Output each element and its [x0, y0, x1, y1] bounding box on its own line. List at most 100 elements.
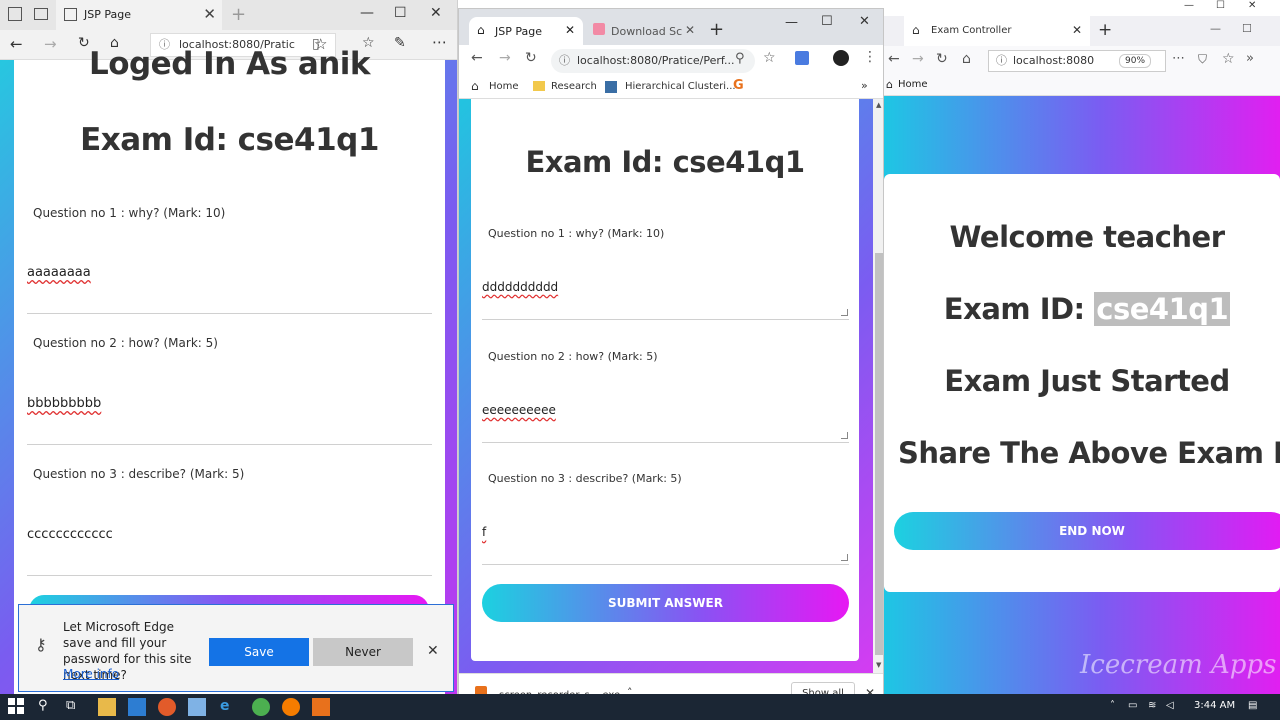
bookmark-hierarchical[interactable]: Hierarchical Clusteri...	[625, 81, 736, 92]
close-tab-icon[interactable]: ✕	[685, 23, 695, 37]
refresh-icon[interactable]: ↻	[525, 50, 537, 66]
share-heading: Share The Above Exam Id	[898, 436, 1280, 470]
file-explorer-icon[interactable]	[98, 698, 116, 716]
forward-icon[interactable]: →	[912, 51, 924, 67]
search-icon[interactable]: ⚲	[735, 51, 745, 66]
home-icon[interactable]: ⌂	[962, 51, 971, 67]
new-tab-icon[interactable]: +	[1098, 20, 1112, 40]
translate-icon[interactable]	[795, 51, 809, 65]
resize-grip-icon[interactable]	[841, 432, 848, 439]
close-prompt-icon[interactable]: ✕	[427, 643, 439, 659]
divider	[27, 575, 432, 576]
submit-answer-button[interactable]: SUBMIT ANSWER	[482, 584, 849, 622]
firefox-address-bar[interactable]: ⓘ localhost:8080 90%	[988, 50, 1166, 72]
minimize-icon[interactable]: —	[1184, 0, 1194, 11]
maximize-icon[interactable]: ☐	[394, 5, 407, 21]
divider	[482, 442, 849, 443]
edge-icon[interactable]: e	[220, 698, 238, 716]
firefox-bookmarks-bar: ⌂ Home	[884, 76, 1280, 96]
answer-3-textarea[interactable]: f	[482, 525, 486, 539]
tab-manager-icon[interactable]	[8, 7, 22, 21]
more-info-link[interactable]: More info	[63, 667, 119, 681]
maximize-icon[interactable]: ☐	[821, 14, 833, 29]
notifications-icon[interactable]: ▤	[1248, 700, 1257, 711]
chrome-icon[interactable]	[252, 698, 270, 716]
answer-2-field[interactable]: bbbbbbbbb	[27, 396, 101, 411]
app-icon[interactable]	[188, 698, 206, 716]
answer-1-field[interactable]: aaaaaaaa	[27, 265, 91, 280]
refresh-icon[interactable]: ↻	[936, 51, 948, 67]
menu-icon[interactable]: ⋮	[863, 49, 877, 65]
save-password-button[interactable]: Save	[209, 638, 309, 666]
windows-start-icon[interactable]	[8, 698, 26, 716]
volume-icon[interactable]: ◁	[1166, 700, 1174, 711]
avatar[interactable]	[833, 50, 849, 66]
close-tab-icon[interactable]: ✕	[203, 5, 216, 23]
edge-page: Loged In As anik Exam Id: cse41q1 Questi…	[0, 46, 457, 694]
close-window-icon[interactable]: ✕	[1248, 0, 1256, 11]
tray-chevron-icon[interactable]: ˄	[1110, 700, 1115, 711]
firefox-topbar: — ☐ ✕	[884, 0, 1280, 16]
firefox-window: — ☐ ✕ ⌂ Exam Controller ✕ + — ☐ ← → ↻ ⌂ …	[884, 0, 1280, 694]
chrome-url: localhost:8080/Pratice/Perf...	[577, 54, 735, 67]
chrome-scrollbar[interactable]: ▲ ▼	[873, 99, 883, 673]
task-view-icon[interactable]: ⧉	[66, 698, 84, 716]
minimize-icon[interactable]: —	[785, 15, 798, 30]
close-tab-icon[interactable]: ✕	[565, 23, 575, 37]
exam-id-label: Exam ID:	[943, 292, 1085, 326]
scroll-up-icon[interactable]: ▲	[876, 101, 881, 109]
pocket-icon[interactable]: ⛉	[1198, 52, 1207, 67]
network-icon[interactable]: ▭	[1128, 700, 1137, 711]
store-icon[interactable]	[128, 698, 146, 716]
screen-recorder-icon[interactable]	[312, 698, 330, 716]
minimize-icon[interactable]: —	[360, 5, 374, 21]
new-tab-icon[interactable]: +	[709, 19, 724, 40]
clock-time[interactable]: 3:44 AM	[1194, 700, 1235, 711]
scrollbar-thumb[interactable]	[875, 253, 883, 655]
close-window-icon[interactable]: ✕	[859, 14, 870, 29]
more-tools-icon[interactable]: »	[1246, 51, 1254, 66]
app-icon[interactable]	[158, 698, 176, 716]
bookmark-star-icon[interactable]: ☆	[763, 50, 776, 66]
page-actions-icon[interactable]: ⋯	[1172, 51, 1185, 66]
chrome-tab-download[interactable]: Download Sc ✕	[587, 17, 699, 45]
divider	[27, 444, 432, 445]
answer-2-textarea[interactable]: eeeeeeeeee	[482, 403, 556, 417]
close-tab-icon[interactable]: ✕	[1072, 23, 1082, 37]
resize-grip-icon[interactable]	[841, 554, 848, 561]
back-icon[interactable]: ←	[888, 51, 900, 67]
chrome-tab-title-1: JSP Page	[495, 25, 542, 38]
zoom-level-badge[interactable]: 90%	[1119, 54, 1152, 68]
answer-3-field[interactable]: cccccccccccc	[27, 527, 113, 542]
maximize-icon[interactable]: ☐	[1216, 0, 1225, 11]
resize-grip-icon[interactable]	[841, 309, 848, 316]
forward-icon[interactable]: →	[499, 50, 511, 66]
answer-1-textarea[interactable]: dddddddddd	[482, 280, 558, 294]
minimize-icon[interactable]: —	[1210, 22, 1221, 35]
scroll-down-icon[interactable]: ▼	[876, 661, 881, 669]
tabs-aside-icon[interactable]	[34, 8, 48, 20]
end-now-button[interactable]: END NOW	[894, 512, 1280, 550]
chrome-address-bar[interactable]: ⓘ localhost:8080/Pratice/Perf...	[551, 49, 755, 73]
wifi-icon[interactable]: ≋	[1148, 700, 1156, 711]
bookmark-star-icon[interactable]: ☆	[1222, 51, 1235, 67]
close-window-icon[interactable]: ✕	[430, 5, 442, 21]
never-save-button[interactable]: Never	[313, 638, 413, 666]
new-tab-icon[interactable]: +	[231, 4, 246, 25]
back-icon[interactable]: ←	[471, 50, 483, 66]
bookmark-home[interactable]: Home	[489, 81, 519, 92]
chrome-tab-jsp[interactable]: ⌂ JSP Page ✕	[469, 17, 583, 45]
edge-tab-jsp[interactable]: JSP Page ✕	[56, 0, 222, 30]
info-icon: ⓘ	[559, 54, 570, 67]
download-site-icon	[593, 23, 605, 35]
firefox-tab-exam-controller[interactable]: ⌂ Exam Controller ✕	[904, 16, 1090, 46]
edge-window: JSP Page ✕ + — ☐ ✕ ← → ↻ ⌂ ⓘ localhost:8…	[0, 0, 458, 694]
question-3-label: Question no 3 : describe? (Mark: 5)	[488, 472, 682, 485]
more-bookmarks-icon[interactable]: »	[861, 79, 868, 92]
search-icon[interactable]: ⚲	[38, 698, 56, 716]
firefox-icon[interactable]	[282, 698, 300, 716]
g-icon[interactable]: G	[733, 78, 744, 93]
question-2-label: Question no 2 : how? (Mark: 5)	[33, 336, 218, 350]
bookmark-home[interactable]: Home	[898, 79, 928, 90]
restore-icon[interactable]: ☐	[1242, 22, 1252, 35]
